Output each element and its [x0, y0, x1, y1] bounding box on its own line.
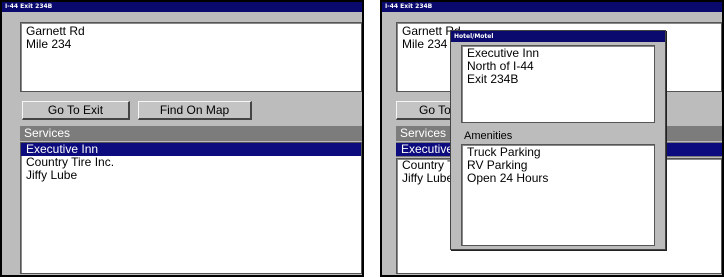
popup-details-box: Executive Inn North of I-44 Exit 234B — [461, 45, 655, 123]
amenities-label: Amenities — [464, 130, 513, 142]
exit-info-box: Garnett Rd Mile 234 — [20, 22, 362, 92]
exit-mile-marker: Mile 234 — [26, 37, 72, 51]
popup-title: Hotel/Motel — [451, 31, 665, 42]
window-title: I-44 Exit 234B — [382, 2, 722, 12]
amenities-list: Truck Parking RV Parking Open 24 Hours — [461, 144, 655, 246]
exit-road-name: Garnett Rd — [26, 24, 85, 38]
window-title: I-44 Exit 234B — [2, 2, 362, 12]
hotel-motel-popup: Hotel/Motel Executive Inn North of I-44 … — [450, 30, 666, 250]
services-list: Executive Inn Country Tire Inc. Jiffy Lu… — [20, 142, 362, 274]
services-header: Services — [20, 126, 362, 141]
find-on-map-button[interactable]: Find On Map — [138, 101, 252, 120]
exit-services-screen: I-44 Exit 234B Garnett Rd Mile 234 Go To… — [0, 0, 364, 277]
popup-detail-exit: Exit 234B — [467, 72, 519, 86]
service-item-jiffy-lube[interactable]: Jiffy Lube — [21, 169, 361, 182]
service-detail-screen: I-44 Exit 234B Garnett Rd Mile 234 Go To… — [380, 0, 724, 277]
go-to-exit-button[interactable]: Go To Exit — [22, 101, 130, 120]
amenity-item: Open 24 Hours — [467, 171, 549, 185]
